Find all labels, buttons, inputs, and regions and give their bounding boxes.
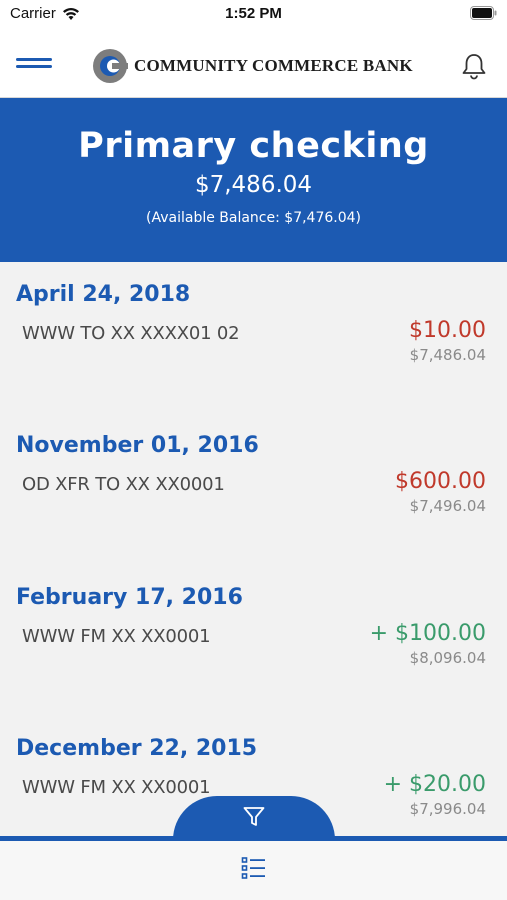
account-balance: $7,486.04: [194, 172, 313, 198]
running-balance: $7,486.04: [409, 346, 486, 364]
transaction-group: February 17, 2016 WWW FM XX XX0001 + $10…: [0, 565, 507, 717]
transaction-description[interactable]: OD XFR TO XX XX0001: [22, 474, 225, 495]
status-time: 1:52 PM: [225, 5, 282, 22]
transaction-list[interactable]: April 24, 2018 WWW TO XX XXXX01 02 $10.0…: [0, 262, 507, 836]
transaction-amount[interactable]: + $100.00: [370, 621, 486, 646]
bank-logo-icon: [93, 49, 128, 83]
filter-button[interactable]: [173, 796, 335, 840]
available-balance: (Available Balance: $7,476.04): [0, 210, 507, 226]
battery-icon: [470, 6, 497, 20]
app-header: COMMUNITY COMMERCE BANK: [0, 30, 507, 98]
hamburger-menu-icon[interactable]: [16, 52, 54, 76]
bank-name: COMMUNITY COMMERCE BANK: [134, 56, 413, 75]
available-balance-text: (Available Balance: $7,476.04): [146, 210, 361, 226]
bell-icon[interactable]: [460, 52, 488, 80]
transaction-date: February 17, 2016: [16, 585, 243, 610]
bank-logo: COMMUNITY COMMERCE BANK: [92, 48, 413, 84]
transaction-group: November 01, 2016 OD XFR TO XX XX0001 $6…: [0, 413, 507, 565]
transaction-description[interactable]: WWW FM XX XX0001: [22, 626, 211, 647]
transaction-date: April 24, 2018: [16, 282, 191, 307]
account-name: Primary checking: [78, 126, 429, 166]
transaction-description[interactable]: WWW TO XX XXXX01 02: [22, 323, 240, 344]
running-balance: $7,996.04: [409, 800, 486, 818]
list-icon[interactable]: [240, 854, 268, 882]
transaction-description[interactable]: WWW FM XX XX0001: [22, 777, 211, 798]
transaction-amount[interactable]: $10.00: [409, 318, 486, 343]
transaction-date: December 22, 2015: [16, 736, 258, 761]
status-bar: Carrier 1:52 PM: [0, 0, 507, 30]
transaction-amount[interactable]: + $20.00: [384, 772, 486, 797]
running-balance: $7,496.04: [409, 497, 486, 515]
transaction-group: April 24, 2018 WWW TO XX XXXX01 02 $10.0…: [0, 262, 507, 414]
running-balance: $8,096.04: [409, 649, 486, 667]
filter-icon: [243, 807, 265, 826]
account-summary: Primary checking $7,486.04 (Available Ba…: [0, 98, 507, 262]
transaction-amount[interactable]: $600.00: [395, 469, 486, 494]
transaction-date: November 01, 2016: [16, 433, 259, 458]
